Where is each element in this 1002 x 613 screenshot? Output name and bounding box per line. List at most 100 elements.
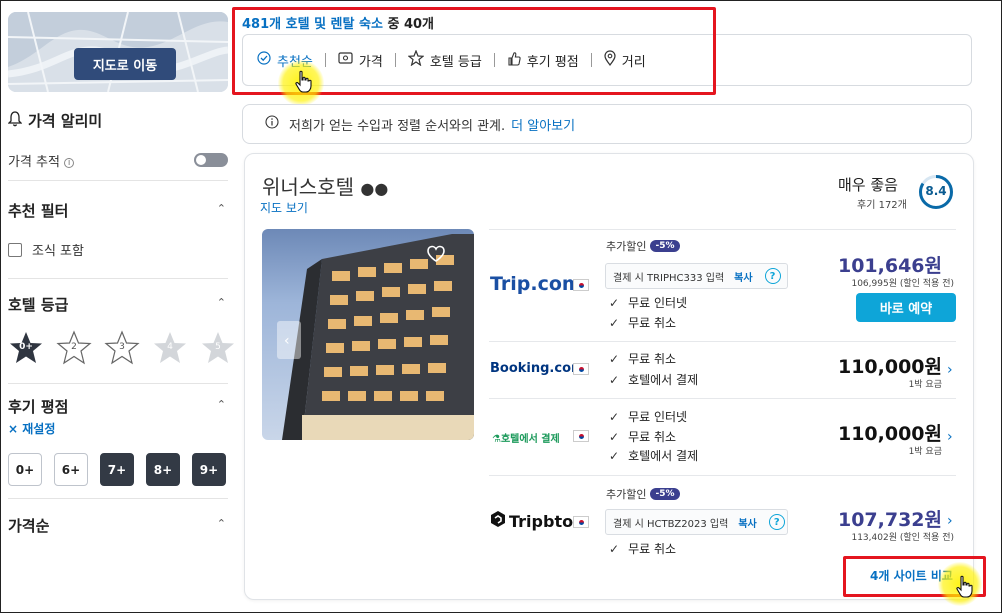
offer-price-sub: 113,402원 (할인 적용 전) <box>851 533 954 543</box>
star-option-5[interactable]: 5 <box>200 330 236 366</box>
chevron-right-icon[interactable]: › <box>947 513 953 529</box>
sort-separator <box>493 53 495 67</box>
heart-icon[interactable] <box>433 245 459 269</box>
coupon-box: 결제 시 HCTBZ2023 입력 복사 ? <box>605 509 788 535</box>
brand-pay-at-hotel[interactable]: ⚗호텔에서 결제 <box>492 430 560 445</box>
collapse-caret-icon[interactable]: ⌃ <box>217 517 226 530</box>
copy-button[interactable]: 복사 <box>738 515 756 530</box>
score-badge[interactable]: 8.4 <box>918 174 954 210</box>
review-option[interactable]: 9+ <box>192 453 226 486</box>
info-icon[interactable]: i <box>64 157 75 168</box>
bell-icon <box>7 110 23 131</box>
help-icon[interactable]: ? <box>764 268 781 284</box>
collapse-caret-icon[interactable]: ⌃ <box>217 296 226 309</box>
check-icon: ✓ <box>609 351 620 366</box>
result-count: 481개 호텔 및 렌탈 숙소 중 40개 <box>242 13 434 32</box>
extra-discount-text: 추가할인 <box>606 240 647 253</box>
review-option[interactable]: 7+ <box>100 453 134 486</box>
extra-discount-label: 추가할인 -5% <box>606 486 680 502</box>
collapse-caret-icon[interactable]: ⌃ <box>217 398 226 411</box>
tripbtoz-logo-icon <box>490 510 506 532</box>
breakfast-filter-row[interactable]: 조식 포함 <box>8 240 228 259</box>
learn-more-link[interactable]: 더 알아보기 <box>511 115 575 134</box>
score-value: 8.4 <box>925 184 947 198</box>
review-option[interactable]: 0+ <box>8 453 42 486</box>
feature-item: ✓ 호텔에서 결제 <box>609 371 698 388</box>
price-tracking-toggle[interactable] <box>194 153 228 167</box>
review-count[interactable]: 후기 172개 <box>857 196 907 211</box>
hand-cursor-icon <box>294 70 314 98</box>
chevron-right-icon[interactable]: › <box>947 429 953 445</box>
book-now-button[interactable]: 바로 예약 <box>856 293 956 322</box>
extra-discount-label: 추가할인 -5% <box>606 238 680 254</box>
breakfast-checkbox[interactable] <box>8 242 22 257</box>
result-count-link[interactable]: 481개 호텔 및 렌탈 숙소 <box>242 17 383 32</box>
divider <box>8 498 228 499</box>
price-alert-section: 가격 알리미 <box>7 110 228 131</box>
coupon-box: 결제 시 TRIPHC333 입력 복사 ? <box>605 263 788 289</box>
close-icon: × <box>8 422 19 436</box>
divider <box>8 180 228 181</box>
sort-label: 호텔 등급 <box>429 54 482 70</box>
copy-button[interactable]: 복사 <box>734 269 752 284</box>
chevron-right-icon[interactable]: › <box>947 362 953 378</box>
price-sort-title: 가격순 <box>8 517 50 535</box>
check-icon: ✓ <box>609 541 620 556</box>
collapse-caret-icon[interactable]: ⌃ <box>217 202 226 215</box>
star-option-4[interactable]: 4 <box>152 330 188 366</box>
star-option-label: 2 <box>71 342 77 352</box>
feature-text: 무료 취소 <box>628 430 677 444</box>
offer-price[interactable]: 101,646원 <box>826 251 942 278</box>
offer-price-sub: 1박 요금 <box>908 380 942 390</box>
feature-item: ✓ 무료 취소 <box>609 314 676 331</box>
feature-text: 무료 인터넷 <box>628 296 688 310</box>
sort-price[interactable]: 가격 <box>338 51 383 70</box>
info-text: 저희가 얻는 수입과 정렬 순서와의 관계. <box>289 118 506 134</box>
help-icon[interactable]: ? <box>768 514 785 530</box>
offer-price[interactable]: 110,000원 <box>826 419 942 446</box>
review-score-section: 후기 평점 ⌃ <box>8 396 228 417</box>
offer-price-sub: 106,995원 (할인 적용 전) <box>851 279 954 289</box>
hotel-name-text: 위너스호텔 <box>262 175 354 199</box>
sort-review-score[interactable]: 후기 평점 <box>507 51 579 70</box>
check-icon: ✓ <box>609 372 620 387</box>
price-alert-title: 가격 알리미 <box>28 112 103 130</box>
offer-price[interactable]: 107,732원 <box>826 505 942 532</box>
check-circle-icon <box>257 51 271 69</box>
hand-cursor-icon <box>955 575 975 603</box>
brand-tripcom[interactable]: Trip.com <box>490 273 582 295</box>
offer-price[interactable]: 110,000원 <box>826 352 942 379</box>
review-option[interactable]: 6+ <box>54 453 88 486</box>
star-option-label: 5 <box>215 342 221 352</box>
star-option-0[interactable]: 0+ <box>8 330 44 366</box>
map-view-link[interactable]: 지도 보기 <box>260 199 308 216</box>
recommended-filter-section: 추천 필터 ⌃ <box>8 200 228 221</box>
sort-distance[interactable]: 거리 <box>604 50 646 70</box>
feature-item: ✓ 무료 취소 <box>609 540 676 557</box>
coupon-text: 결제 시 TRIPHC333 입력 <box>613 272 725 284</box>
result-count-text: 중 <box>382 17 404 32</box>
map-thumbnail[interactable]: 지도로 이동 <box>8 12 228 92</box>
score-label: 매우 좋음 <box>838 176 898 194</box>
divider <box>8 383 228 384</box>
sort-separator <box>394 53 396 67</box>
review-option[interactable]: 8+ <box>146 453 180 486</box>
brand-tripbtoz[interactable]: Tripbtoz <box>490 510 582 532</box>
reset-link[interactable]: × 재설정 <box>8 420 228 437</box>
info-banner: 저희가 얻는 수입과 정렬 순서와의 관계. 더 알아보기 <box>242 104 972 144</box>
hotel-name[interactable]: 위너스호텔 ●● <box>262 171 388 200</box>
price-tracking-label: 가격 추적 <box>8 155 60 170</box>
star-option-3[interactable]: 3 <box>104 330 140 366</box>
brand-booking[interactable]: Booking.com <box>490 361 585 376</box>
map-move-button[interactable]: 지도로 이동 <box>74 48 176 80</box>
coupon-text: 결제 시 HCTBZ2023 입력 <box>613 518 729 530</box>
review-score-options: 0+ 6+ 7+ 8+ 9+ <box>8 453 226 486</box>
star-option-2[interactable]: 2 <box>56 330 92 366</box>
star-icon <box>407 49 425 70</box>
reset-label: 재설정 <box>22 422 56 436</box>
feature-text: 무료 취소 <box>628 542 677 556</box>
sort-hotel-class[interactable]: 호텔 등급 <box>407 49 482 70</box>
offer-divider <box>489 229 956 230</box>
offer-divider <box>489 475 956 476</box>
divider <box>8 278 228 279</box>
